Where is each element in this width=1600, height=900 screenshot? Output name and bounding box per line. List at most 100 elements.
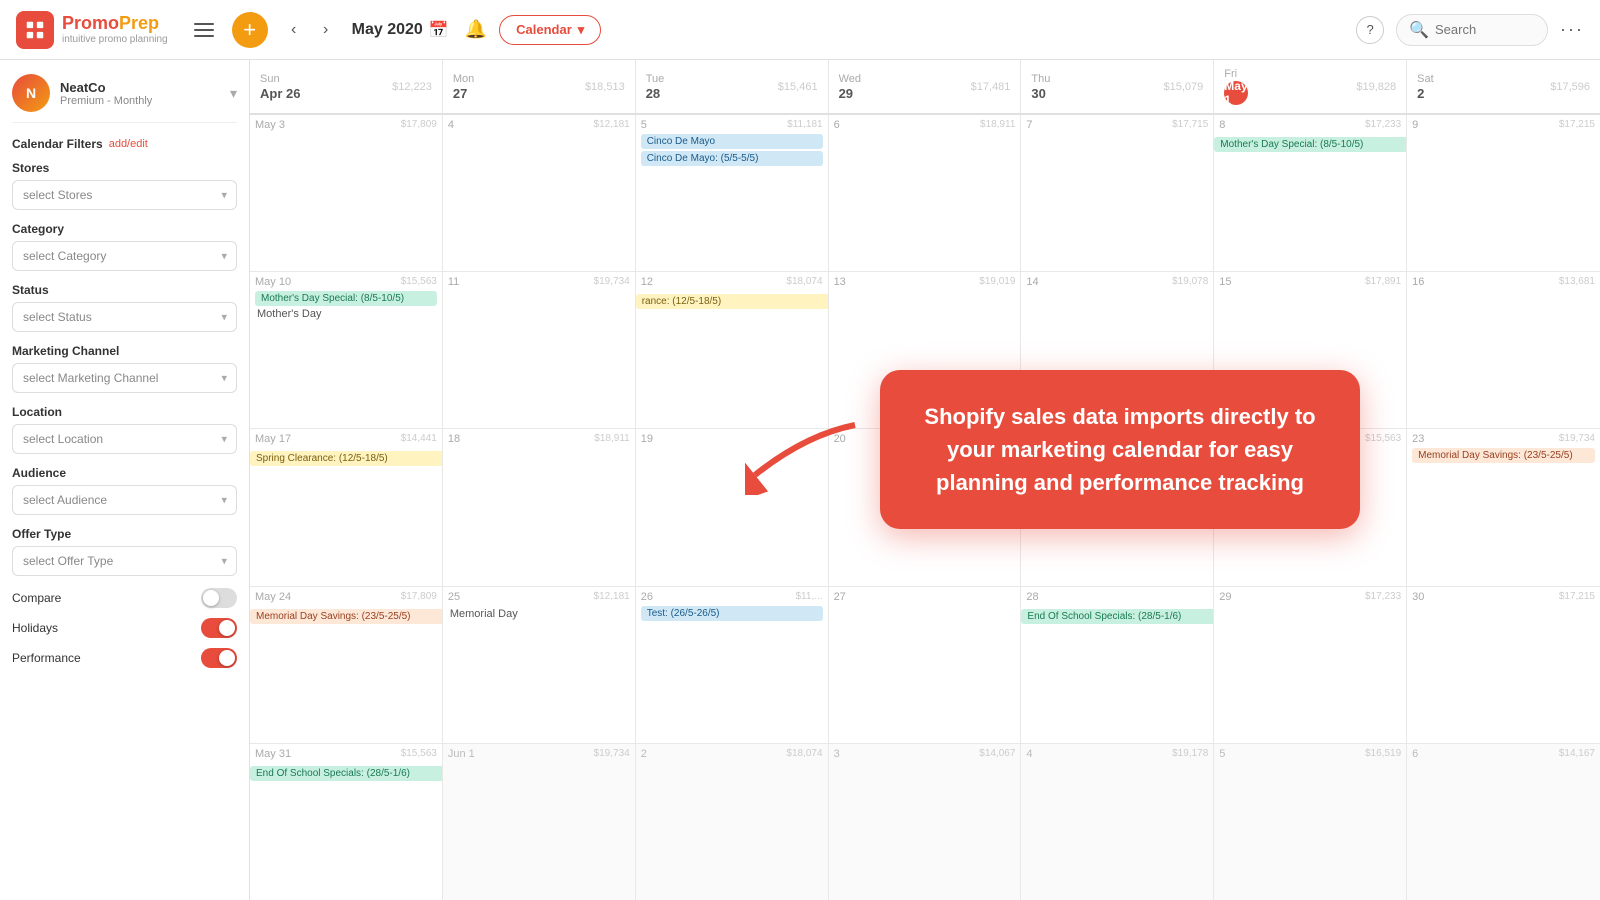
test-event[interactable]: Test: (26/5-26/5) [641, 606, 823, 621]
calendar-view-button[interactable]: Calendar ▾ [499, 15, 601, 45]
mothers-day-special-start[interactable]: Mother's Day Special: (8/5-10/5) [1214, 137, 1407, 152]
prev-month-button[interactable]: ‹ [280, 16, 308, 44]
day-may9: 9$17,215 [1407, 115, 1600, 271]
header-tue: Tue 28 $15,461 [636, 60, 829, 113]
header-thu: Thu 30 $15,079 [1021, 60, 1214, 113]
cinco-mayo-event[interactable]: Cinco De Mayo: (5/5-5/5) [641, 151, 823, 166]
account-info: NeatCo Premium - Monthly [60, 80, 220, 107]
mothers-day-special-end[interactable]: Mother's Day Special: (8/5-10/5) [255, 291, 437, 306]
marketing-select-wrap: select Marketing Channel [12, 363, 237, 393]
performance-label: Performance [12, 651, 193, 665]
calendar-icon: 📅 [429, 20, 449, 40]
logo-text: PromoPrep intuitive promo planning [62, 14, 168, 45]
stores-select[interactable]: select Stores [12, 180, 237, 210]
audience-select-wrap: select Audience [12, 485, 237, 515]
day-may16: 16$13,681 [1407, 272, 1600, 428]
offer-select-wrap: select Offer Type [12, 546, 237, 576]
account-chevron-icon[interactable]: ▾ [230, 85, 237, 102]
day-may29: 29$17,233 [1214, 587, 1407, 743]
day-jun6: 6$14,167 [1407, 744, 1600, 900]
day-may18: 18$18,911 [443, 429, 636, 585]
status-filter: Status select Status [12, 283, 237, 332]
cinco-mayo-holiday[interactable]: Cinco De Mayo [641, 134, 823, 149]
category-label: Category [12, 222, 237, 236]
category-select-wrap: select Category [12, 241, 237, 271]
stores-label: Stores [12, 161, 237, 175]
offer-label: Offer Type [12, 527, 237, 541]
end-of-school-end[interactable]: End Of School Specials: (28/5-1/6) [250, 766, 443, 781]
hamburger-menu[interactable] [188, 14, 220, 46]
sidebar: N NeatCo Premium - Monthly ▾ Calendar Fi… [0, 60, 250, 900]
category-filter: Category select Category [12, 222, 237, 271]
header-wed: Wed 29 $17,481 [829, 60, 1022, 113]
day-may27: 27 [829, 587, 1022, 743]
shopify-callout: Shopify sales data imports directly to y… [880, 370, 1360, 529]
header-sun: Sun Apr 26 $12,223 [250, 60, 443, 113]
holidays-toggle[interactable] [201, 618, 237, 638]
avatar: N [12, 74, 50, 112]
holidays-label: Holidays [12, 621, 193, 635]
status-label: Status [12, 283, 237, 297]
week-1: May 3$17,809 4$12,181 5$11,181 Cinco De … [250, 115, 1600, 271]
memorial-day-holiday: Memorial Day [448, 608, 630, 620]
performance-toggle[interactable] [201, 648, 237, 668]
day-may11: 11$19,734 [443, 272, 636, 428]
header-fri: Fri May 1 $19,828 [1214, 60, 1407, 113]
spring-clearance-start[interactable]: Spring Clearance: (12/5-18/5) [250, 451, 443, 466]
compare-toggle-row: Compare [12, 588, 237, 608]
stores-select-wrap: select Stores [12, 180, 237, 210]
day-may31: May 31$15,563 End Of School Specials: (2… [250, 744, 443, 900]
spring-clearance-mid[interactable]: rance: (12/5-18/5) [636, 294, 829, 309]
location-label: Location [12, 405, 237, 419]
location-select-wrap: select Location [12, 424, 237, 454]
add-edit-link[interactable]: add/edit [109, 138, 148, 150]
more-options-button[interactable]: ··· [1560, 19, 1584, 40]
category-select[interactable]: select Category [12, 241, 237, 271]
memorial-day-savings-mid[interactable]: Memorial Day Savings: (23/5-25/5) [250, 609, 443, 624]
next-month-button[interactable]: › [312, 16, 340, 44]
mothers-day-holiday: Mother's Day [255, 308, 437, 320]
account-tier: Premium - Monthly [60, 95, 220, 107]
compare-toggle[interactable] [201, 588, 237, 608]
offer-filter: Offer Type select Offer Type [12, 527, 237, 576]
day-jun5: 5$16,519 [1214, 744, 1407, 900]
day-may17: May 17$14,441 Spring Clearance: (12/5-18… [250, 429, 443, 585]
day-jun1: Jun 1$19,734 [443, 744, 636, 900]
notification-bell[interactable]: 🔔 [465, 19, 487, 40]
day-may19: 19 [636, 429, 829, 585]
day-may25: 25$12,181 Memorial Day [443, 587, 636, 743]
day-may24: May 24$17,809 Memorial Day Savings: (23/… [250, 587, 443, 743]
day-may26: 26$11,... Test: (26/5-26/5) [636, 587, 829, 743]
memorial-day-savings-start[interactable]: Memorial Day Savings: (23/5-25/5) [1412, 448, 1595, 463]
offer-select[interactable]: select Offer Type [12, 546, 237, 576]
search-input[interactable] [1435, 22, 1535, 37]
day-jun2: 2$18,074 [636, 744, 829, 900]
day-may12: 12$18,074 rance: (12/5-18/5) [636, 272, 829, 428]
status-select-wrap: select Status [12, 302, 237, 332]
add-button[interactable]: + [232, 12, 268, 48]
location-filter: Location select Location [12, 405, 237, 454]
header-mon: Mon 27 $18,513 [443, 60, 636, 113]
help-button[interactable]: ? [1356, 16, 1384, 44]
week-4: May 24$17,809 Memorial Day Savings: (23/… [250, 586, 1600, 743]
logo-name: PromoPrep [62, 14, 168, 34]
day-jun3: 3$14,067 [829, 744, 1022, 900]
current-month: May 2020 📅 [352, 20, 449, 40]
location-select[interactable]: select Location [12, 424, 237, 454]
day-may4: 4$12,181 [443, 115, 636, 271]
day-may7: 7$17,715 [1021, 115, 1214, 271]
day-may28: 28 End Of School Specials: (28/5-1/6) [1021, 587, 1214, 743]
nav-arrows: ‹ › [280, 16, 340, 44]
end-of-school-start[interactable]: End Of School Specials: (28/5-1/6) [1021, 609, 1214, 624]
top-nav: PromoPrep intuitive promo planning + ‹ ›… [0, 0, 1600, 60]
week-5: May 31$15,563 End Of School Specials: (2… [250, 743, 1600, 900]
day-may10: May 10$15,563 Mother's Day Special: (8/5… [250, 272, 443, 428]
search-box[interactable]: 🔍 [1396, 14, 1548, 46]
marketing-label: Marketing Channel [12, 344, 237, 358]
marketing-filter: Marketing Channel select Marketing Chann… [12, 344, 237, 393]
day-jun4: 4$19,178 [1021, 744, 1214, 900]
marketing-select[interactable]: select Marketing Channel [12, 363, 237, 393]
audience-select[interactable]: select Audience [12, 485, 237, 515]
status-select[interactable]: select Status [12, 302, 237, 332]
day-may30: 30$17,215 [1407, 587, 1600, 743]
